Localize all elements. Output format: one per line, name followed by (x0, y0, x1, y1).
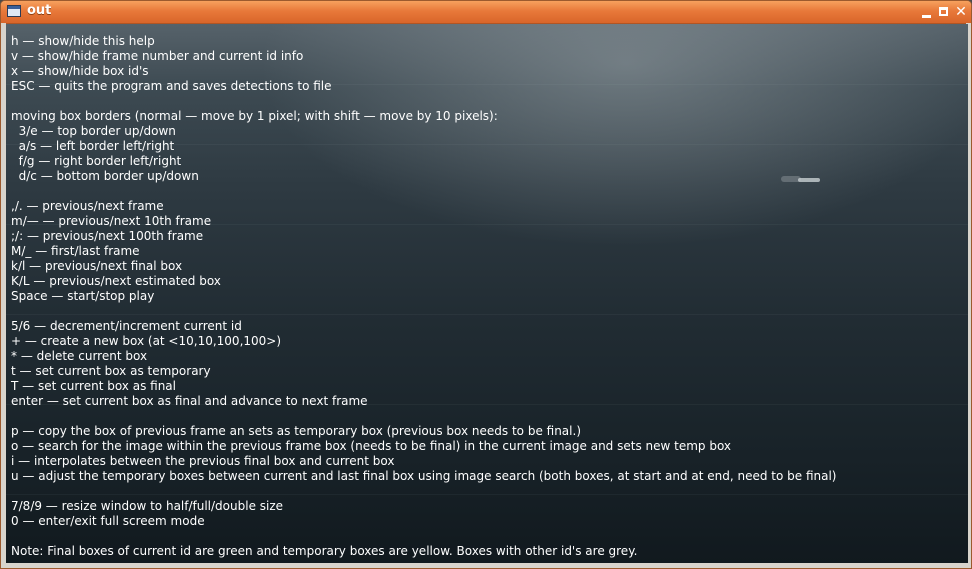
window-icon[interactable] (7, 5, 21, 17)
help-line: Note: Final boxes of current id are gree… (11, 544, 638, 558)
help-line: 3/e — top border up/down (11, 124, 176, 138)
help-line: v — show/hide frame number and current i… (11, 49, 304, 63)
help-line (11, 184, 837, 199)
help-line: x — show/hide box id's (11, 64, 149, 78)
title-bar[interactable]: out ✕ (1, 1, 971, 24)
maximize-icon (939, 7, 948, 16)
help-overlay-text: h — show/hide this help v — show/hide fra… (11, 34, 837, 559)
help-line: p — copy the box of previous frame an se… (11, 424, 581, 438)
help-line: m/— — previous/next 10th frame (11, 214, 212, 228)
minimize-button[interactable] (919, 4, 935, 20)
help-line: enter — set current box as final and adv… (11, 394, 368, 408)
help-line: o — search for the image within the prev… (11, 439, 732, 453)
help-line: a/s — left border left/right (11, 139, 175, 153)
help-line: ;/: — previous/next 100th frame (11, 229, 204, 243)
window-title: out (27, 3, 52, 18)
help-line: k/l — previous/next final box (11, 259, 183, 273)
help-line: f/g — right border left/right (11, 154, 182, 168)
help-line: 5/6 — decrement/increment current id (11, 319, 242, 333)
help-line: 0 — enter/exit full screem mode (11, 514, 205, 528)
help-line: T — set current box as final (11, 379, 176, 393)
help-line (11, 529, 837, 544)
help-line: Space — start/stop play (11, 289, 155, 303)
help-line: d/c — bottom border up/down (11, 169, 199, 183)
help-line: h — show/hide this help (11, 34, 155, 48)
app-window: out ✕ h — show/hide this help v — show/hi… (0, 0, 972, 569)
close-button[interactable]: ✕ (953, 4, 969, 20)
help-line: u — adjust the temporary boxes between c… (11, 469, 837, 483)
help-line: t — set current box as temporary (11, 364, 211, 378)
help-line: ,/. — previous/next frame (11, 199, 164, 213)
help-line (11, 484, 837, 499)
video-frame-canvas[interactable]: h — show/hide this help v — show/hide fra… (6, 24, 968, 565)
window-border-bottom (1, 563, 971, 568)
help-line: M/_ — first/last frame (11, 244, 140, 258)
help-line (11, 409, 837, 424)
help-line: K/L — previous/next estimated box (11, 274, 221, 288)
help-line: ESC — quits the program and saves detect… (11, 79, 332, 93)
minimize-icon (922, 15, 931, 18)
help-line: * — delete current box (11, 349, 148, 363)
help-line: 7/8/9 — resize window to half/full/doubl… (11, 499, 284, 513)
help-line: i — interpolates between the previous fi… (11, 454, 395, 468)
maximize-button[interactable] (936, 4, 952, 20)
help-line: + — create a new box (at <10,10,100,100>… (11, 334, 282, 348)
help-line (11, 304, 837, 319)
help-line: moving box borders (normal — move by 1 p… (11, 109, 498, 123)
close-icon: ✕ (955, 4, 967, 20)
help-line (11, 94, 837, 109)
